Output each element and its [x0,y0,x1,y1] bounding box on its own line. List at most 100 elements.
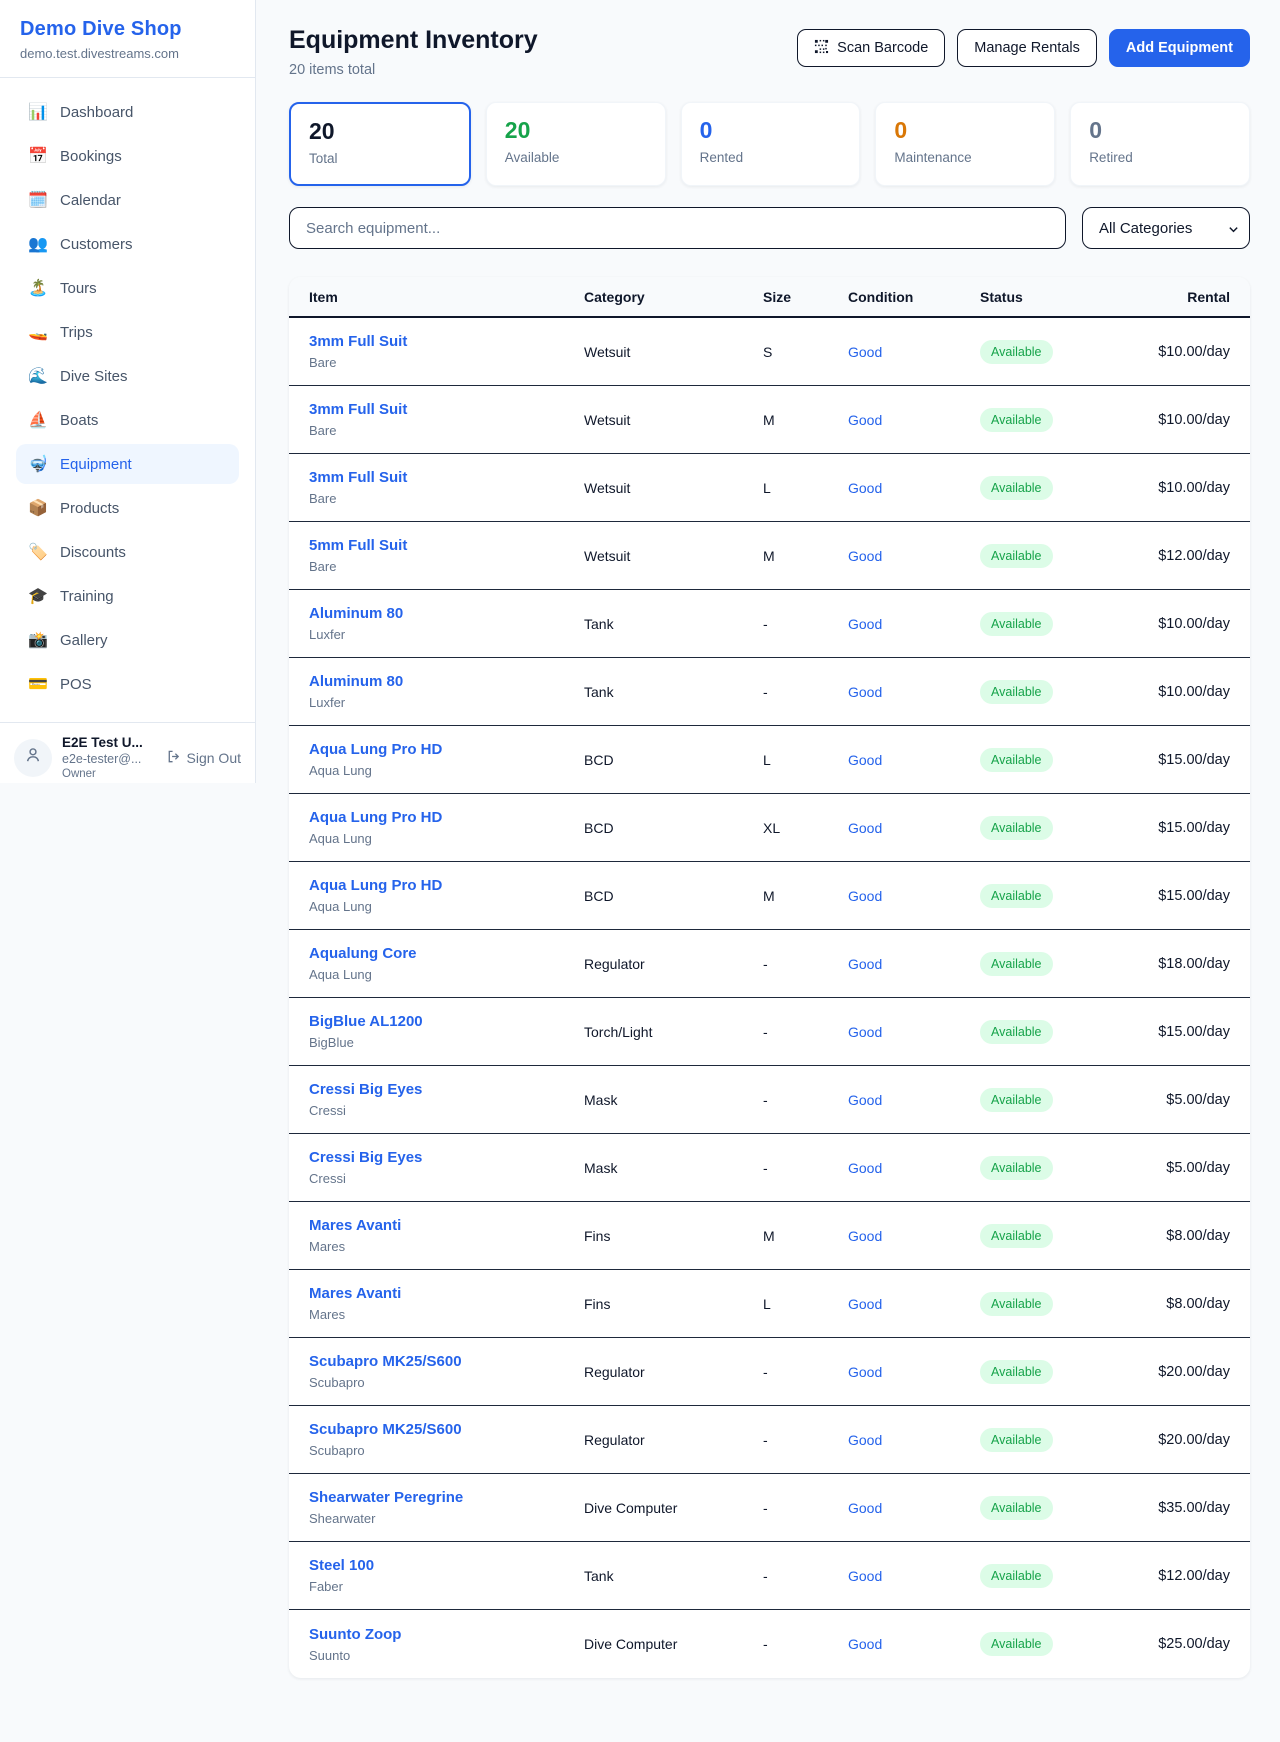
condition-link[interactable]: Good [848,548,882,564]
equipment-name-link[interactable]: Aqua Lung Pro HD [309,741,584,758]
condition-link[interactable]: Good [848,684,882,700]
condition-link[interactable]: Good [848,344,882,360]
stat-card-available[interactable]: 20Available [486,102,666,186]
sidebar-item-pos[interactable]: 💳POS [16,664,239,704]
condition-link[interactable]: Good [848,1636,882,1652]
add-equipment-label: Add Equipment [1126,40,1233,56]
equipment-name-link[interactable]: Cressi Big Eyes [309,1081,584,1098]
sign-out-button[interactable]: Sign Out [166,749,241,767]
table-row: BigBlue AL1200BigBlueTorch/Light-GoodAva… [289,998,1250,1066]
equipment-name-link[interactable]: Aqua Lung Pro HD [309,809,584,826]
equipment-name-link[interactable]: Mares Avanti [309,1285,584,1302]
user-box: E2E Test U... e2e-tester@... Owner Sign … [0,722,255,792]
condition-link[interactable]: Good [848,1500,882,1516]
item-cell: Aluminum 80Luxfer [309,673,584,710]
sidebar-item-boats[interactable]: ⛵Boats [16,400,239,440]
item-cell: Suunto ZoopSuunto [309,1626,584,1663]
condition-link[interactable]: Good [848,412,882,428]
sidebar-item-equipment[interactable]: 🤿Equipment [16,444,239,484]
sidebar-item-calendar[interactable]: 🗓️Calendar [16,180,239,220]
sidebar-item-training[interactable]: 🎓Training [16,576,239,616]
equipment-name-link[interactable]: Scubapro MK25/S600 [309,1353,584,1370]
table-row: 3mm Full SuitBareWetsuitLGoodAvailable$1… [289,454,1250,522]
condition-link[interactable]: Good [848,1024,882,1040]
equipment-name-link[interactable]: Steel 100 [309,1557,584,1574]
stat-card-total[interactable]: 20Total [289,102,471,186]
equipment-name-link[interactable]: Scubapro MK25/S600 [309,1421,584,1438]
stat-card-rented[interactable]: 0Rented [681,102,861,186]
rental-price-cell: $5.00/day [1110,1092,1230,1108]
stat-card-maintenance[interactable]: 0Maintenance [875,102,1055,186]
equipment-name-link[interactable]: Cressi Big Eyes [309,1149,584,1166]
user-role: Owner [62,768,156,780]
stats-row: 20Total20Available0Rented0Maintenance0Re… [289,102,1250,186]
category-select[interactable]: All Categories [1082,207,1250,249]
bar-chart-icon: 📊 [28,102,48,122]
category-cell: Wetsuit [584,548,763,564]
stat-card-retired[interactable]: 0Retired [1070,102,1250,186]
item-cell: Scubapro MK25/S600Scubapro [309,1421,584,1458]
equipment-name-link[interactable]: Aluminum 80 [309,605,584,622]
category-cell: Dive Computer [584,1500,763,1516]
size-cell: M [763,1228,848,1244]
item-cell: 3mm Full SuitBare [309,333,584,370]
equipment-name-link[interactable]: Suunto Zoop [309,1626,584,1643]
sidebar-item-discounts[interactable]: 🏷️Discounts [16,532,239,572]
add-equipment-button[interactable]: Add Equipment [1109,29,1250,67]
status-badge: Available [980,1020,1053,1044]
equipment-name-link[interactable]: BigBlue AL1200 [309,1013,584,1030]
size-cell: S [763,344,848,360]
condition-link[interactable]: Good [848,956,882,972]
sidebar-item-dive-sites[interactable]: 🌊Dive Sites [16,356,239,396]
equipment-name-link[interactable]: 3mm Full Suit [309,401,584,418]
equipment-name-link[interactable]: 3mm Full Suit [309,333,584,350]
condition-link[interactable]: Good [848,480,882,496]
column-header-size: Size [763,289,848,305]
wave-icon: 🌊 [28,366,48,386]
sidebar-item-trips[interactable]: 🚤Trips [16,312,239,352]
manage-rentals-button[interactable]: Manage Rentals [957,29,1097,67]
scan-barcode-button[interactable]: Scan Barcode [797,29,945,67]
condition-link[interactable]: Good [848,1364,882,1380]
sidebar-item-bookings[interactable]: 📅Bookings [16,136,239,176]
credit-card-icon: 💳 [28,674,48,694]
condition-link[interactable]: Good [848,820,882,836]
table-row: Aqua Lung Pro HDAqua LungBCDMGoodAvailab… [289,862,1250,930]
condition-link[interactable]: Good [848,616,882,632]
sidebar-item-products[interactable]: 📦Products [16,488,239,528]
equipment-brand: BigBlue [309,1035,584,1050]
status-cell: Available [980,816,1110,840]
status-badge: Available [980,1156,1053,1180]
equipment-name-link[interactable]: 5mm Full Suit [309,537,584,554]
condition-link[interactable]: Good [848,1160,882,1176]
equipment-name-link[interactable]: Mares Avanti [309,1217,584,1234]
equipment-name-link[interactable]: Shearwater Peregrine [309,1489,584,1506]
search-input[interactable] [289,207,1066,249]
equipment-name-link[interactable]: Aluminum 80 [309,673,584,690]
stat-label: Maintenance [894,150,1036,165]
category-cell: Fins [584,1296,763,1312]
condition-link[interactable]: Good [848,888,882,904]
sidebar-item-label: Customers [60,236,133,253]
sidebar-item-tours[interactable]: 🏝️Tours [16,268,239,308]
size-cell: M [763,888,848,904]
equipment-brand: Luxfer [309,627,584,642]
table-row: Scubapro MK25/S600ScubaproRegulator-Good… [289,1338,1250,1406]
condition-link[interactable]: Good [848,1228,882,1244]
condition-cell: Good [848,1092,980,1108]
sidebar-item-gallery[interactable]: 📸Gallery [16,620,239,660]
equipment-name-link[interactable]: Aqua Lung Pro HD [309,877,584,894]
condition-link[interactable]: Good [848,1432,882,1448]
size-cell: L [763,480,848,496]
sidebar-item-customers[interactable]: 👥Customers [16,224,239,264]
sidebar-item-dashboard[interactable]: 📊Dashboard [16,92,239,132]
condition-cell: Good [848,412,980,428]
condition-link[interactable]: Good [848,1092,882,1108]
condition-link[interactable]: Good [848,1568,882,1584]
equipment-name-link[interactable]: 3mm Full Suit [309,469,584,486]
equipment-name-link[interactable]: Aqualung Core [309,945,584,962]
condition-link[interactable]: Good [848,752,882,768]
rental-price-cell: $10.00/day [1110,480,1230,496]
condition-link[interactable]: Good [848,1296,882,1312]
status-badge: Available [980,884,1053,908]
